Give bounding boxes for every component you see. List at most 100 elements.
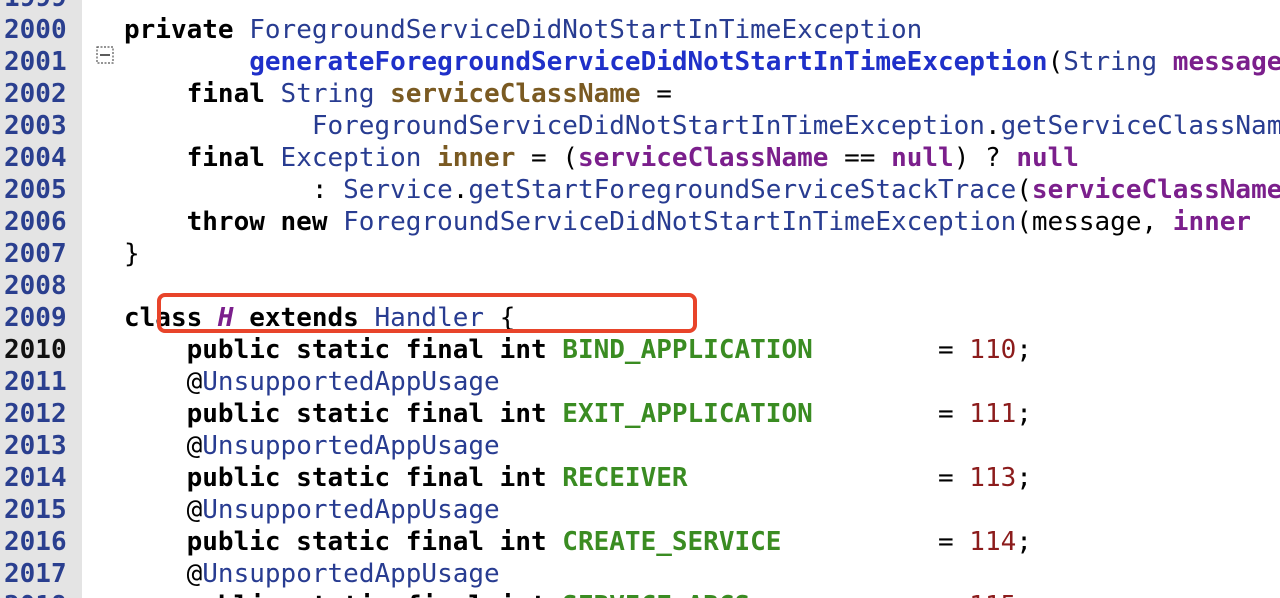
line-number[interactable]: 2004	[4, 142, 80, 174]
code-text: : Service.getStartForegroundServiceStack…	[124, 174, 1280, 206]
code-line: 2015 @UnsupportedAppUsage	[0, 494, 1280, 526]
code-text: public static final int SERVICE_ARGS = 1…	[124, 590, 1032, 598]
code-token: inner	[1172, 207, 1252, 237]
line-number[interactable]: 2009	[4, 302, 80, 334]
code-token: ) ?	[953, 143, 1017, 173]
code-token: }	[124, 239, 140, 269]
code-token: =	[812, 399, 970, 429]
line-number[interactable]: 2008	[4, 270, 80, 302]
code-token: @	[124, 559, 203, 589]
code-token: UnsupportedAppUsage	[202, 431, 500, 461]
code-token: UnsupportedAppUsage	[202, 367, 500, 397]
code-line: 2011 @UnsupportedAppUsage	[0, 366, 1280, 398]
code-line: 2010 public static final int BIND_APPLIC…	[0, 334, 1280, 366]
code-viewer: 19992000 private ForegroundServiceDidNotS…	[0, 0, 1280, 598]
code-token: =	[750, 591, 969, 598]
code-line: 2000 private ForegroundServiceDidNotStart…	[0, 14, 1280, 46]
line-number[interactable]: 2010	[4, 334, 80, 366]
code-token: throw new	[124, 207, 344, 237]
code-text: @UnsupportedAppUsage	[124, 430, 500, 462]
code-text: @UnsupportedAppUsage	[124, 558, 500, 590]
line-number[interactable]: 2018	[4, 590, 80, 598]
code-token: ;	[1016, 399, 1032, 429]
collapse-fold-icon[interactable]	[96, 46, 114, 64]
line-number[interactable]: 2017	[4, 558, 80, 590]
code-token: @	[124, 367, 203, 397]
code-token: =	[812, 335, 970, 365]
code-token: String	[1063, 47, 1173, 77]
code-token: 113	[969, 463, 1017, 493]
code-text: @UnsupportedAppUsage	[124, 494, 500, 526]
line-number[interactable]: 2016	[4, 526, 80, 558]
line-number[interactable]: 2012	[4, 398, 80, 430]
code-token: ForegroundServiceDidNotStartInTimeExcept…	[343, 207, 1017, 237]
code-token: Service	[343, 175, 453, 205]
code-text: private ForegroundServiceDidNotStartInTi…	[124, 14, 922, 46]
code-token: =	[687, 463, 970, 493]
line-number[interactable]: 2001	[4, 46, 80, 78]
code-line: 2014 public static final int RECEIVER = …	[0, 462, 1280, 494]
code-text: public static final int RECEIVER = 113;	[124, 462, 1032, 494]
code-token: public static final int	[124, 335, 563, 365]
code-line: 2012 public static final int EXIT_APPLIC…	[0, 398, 1280, 430]
line-number[interactable]: 2013	[4, 430, 80, 462]
line-number[interactable]: 2002	[4, 78, 80, 110]
code-line: 2017 @UnsupportedAppUsage	[0, 558, 1280, 590]
code-token: public static final int	[124, 463, 563, 493]
code-token: Exception	[280, 143, 438, 173]
code-token: ;	[1016, 527, 1032, 557]
code-token: ==	[828, 143, 892, 173]
line-number[interactable]: 2014	[4, 462, 80, 494]
code-line: 2013 @UnsupportedAppUsage	[0, 430, 1280, 462]
code-line: 2005 : Service.getStartForegroundService…	[0, 174, 1280, 206]
code-token: final	[124, 79, 281, 109]
code-token: ;	[1016, 335, 1032, 365]
code-token: getStartForegroundServiceStackTrace	[468, 175, 1017, 205]
code-token: (	[1047, 47, 1064, 77]
code-token: .	[984, 111, 1001, 141]
line-number[interactable]: 1999	[4, 0, 80, 14]
code-line: 2018 public static final int SERVICE_ARG…	[0, 590, 1280, 598]
code-token: UnsupportedAppUsage	[202, 495, 500, 525]
code-line: 2006 throw new ForegroundServiceDidNotSt…	[0, 206, 1280, 238]
line-number[interactable]: 2006	[4, 206, 80, 238]
code-token: null	[891, 143, 954, 173]
line-number[interactable]: 2003	[4, 110, 80, 142]
code-line: 2007}	[0, 238, 1280, 270]
code-token: RECEIVER	[562, 463, 688, 493]
code-token: SERVICE_ARGS	[562, 591, 750, 598]
code-line: 2002 final String serviceClassName =	[0, 78, 1280, 110]
code-token: serviceClassName	[578, 143, 829, 173]
code-token: CREATE_SERVICE	[562, 527, 782, 557]
code-token: 110	[969, 335, 1017, 365]
code-token: ;	[1016, 591, 1032, 598]
code-token: (message,	[1016, 207, 1173, 237]
line-number[interactable]: 2000	[4, 14, 80, 46]
code-token: = (	[515, 143, 578, 173]
line-number[interactable]: 2015	[4, 494, 80, 526]
code-token: =	[640, 79, 672, 109]
code-text: ForegroundServiceDidNotStartInTimeExcept…	[124, 110, 1280, 142]
code-line: 2004 final Exception inner = (serviceCla…	[0, 142, 1280, 174]
code-token: public static final int	[124, 399, 563, 429]
code-text: @UnsupportedAppUsage	[124, 366, 500, 398]
code-token: ForegroundServiceDidNotStartInTimeExcept…	[311, 111, 985, 141]
code-token: ForegroundServiceDidNotStartInTimeExcept…	[249, 15, 923, 45]
code-token: BIND_APPLICATION	[562, 335, 813, 365]
code-token: String	[280, 79, 391, 109]
code-line: 1999	[0, 0, 1280, 14]
line-number[interactable]: 2005	[4, 174, 80, 206]
code-text: final String serviceClassName =	[124, 78, 672, 110]
code-token: null	[1016, 143, 1079, 173]
code-token: (	[1016, 175, 1032, 205]
code-token: serviceClassName	[1031, 175, 1280, 205]
code-text: throw new ForegroundServiceDidNotStartIn…	[124, 206, 1251, 238]
line-number[interactable]: 2007	[4, 238, 80, 270]
code-token: 111	[969, 399, 1017, 429]
code-token: message	[1172, 47, 1280, 77]
code-token: 115	[969, 591, 1016, 598]
code-token: serviceClassName	[390, 79, 641, 109]
line-number[interactable]: 2011	[4, 366, 80, 398]
